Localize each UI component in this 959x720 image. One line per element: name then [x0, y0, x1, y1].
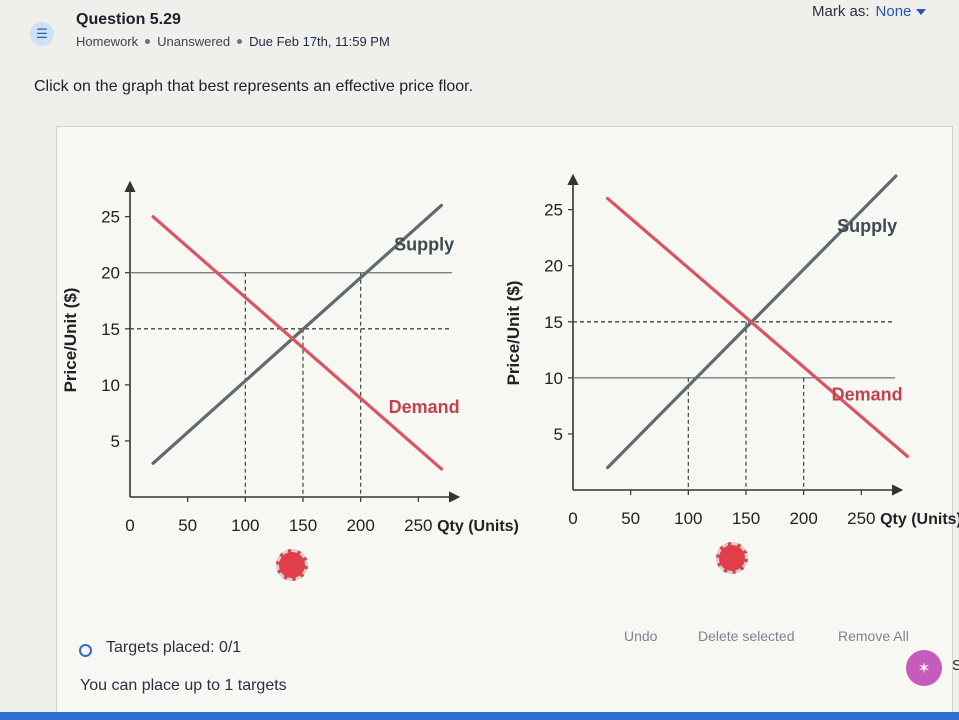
- x-tick-label: 150: [289, 516, 317, 535]
- y-axis-label: Price/Unit ($): [504, 281, 523, 386]
- delete-selected-button[interactable]: Delete selected: [698, 628, 795, 644]
- graphs-canvas[interactable]: 0 50 100 150 200 250510152025SupplyDemandQty …: [0, 0, 959, 720]
- remove-all-button[interactable]: Remove All: [838, 628, 909, 644]
- graph-left[interactable]: 0 50 100 150 200 250 5 10 15 20 25 Supply Demand Qty …: [61, 180, 519, 535]
- x-tick-label: 50: [621, 509, 640, 528]
- supply-label: Supply: [394, 234, 454, 254]
- assistant-fab-button[interactable]: ✶: [906, 650, 942, 686]
- sparkle-icon: ✶: [917, 660, 931, 677]
- y-tick-label: 25: [101, 208, 120, 227]
- x-axis-label: Qty (Units): [880, 511, 959, 528]
- x-tick-label: 250: [847, 509, 875, 528]
- x-tick-label: 100: [231, 516, 259, 535]
- y-axis-label: Price/Unit ($): [61, 288, 80, 393]
- targets-limit-text: You can place up to 1 targets: [80, 677, 287, 694]
- x-tick-label: 50: [178, 516, 197, 535]
- target-marker-right[interactable]: [716, 542, 748, 574]
- y-tick-label: 15: [101, 320, 120, 339]
- y-tick-label: 20: [101, 264, 120, 283]
- supply-label: Supply: [837, 216, 897, 236]
- fab-label: S: [952, 657, 959, 674]
- y-tick-label: 20: [544, 257, 563, 276]
- x-tick-label: 250: [404, 516, 432, 535]
- demand-label: Demand: [389, 397, 460, 417]
- demand-curve: [605, 196, 910, 458]
- target-marker-left[interactable]: [276, 549, 308, 581]
- x-axis-label: Qty (Units): [437, 518, 519, 535]
- bottom-bar: [0, 712, 959, 720]
- y-tick-label: 25: [544, 201, 563, 220]
- x-tick-label: 0: [568, 509, 577, 528]
- x-tick-label: 200: [789, 509, 817, 528]
- graph-right[interactable]: 0 50 100 150 200 250 5 10 15 20 25 Supply Demand Qty …: [504, 173, 959, 528]
- y-tick-label: 5: [111, 432, 120, 451]
- y-tick-label: 5: [554, 425, 563, 444]
- x-tick-label: 100: [674, 509, 702, 528]
- y-tick-label: 10: [101, 376, 120, 395]
- demand-label: Demand: [832, 384, 903, 404]
- targets-placed-text: Targets placed: 0/1: [106, 639, 242, 656]
- x-tick-label: 150: [732, 509, 760, 528]
- undo-button[interactable]: Undo: [624, 628, 657, 644]
- target-status-icon: [79, 644, 92, 657]
- x-tick-label: 200: [346, 516, 374, 535]
- y-tick-label: 10: [544, 369, 563, 388]
- y-tick-label: 15: [544, 313, 563, 332]
- x-tick-label: 0: [125, 516, 134, 535]
- demand-curve: [151, 215, 443, 471]
